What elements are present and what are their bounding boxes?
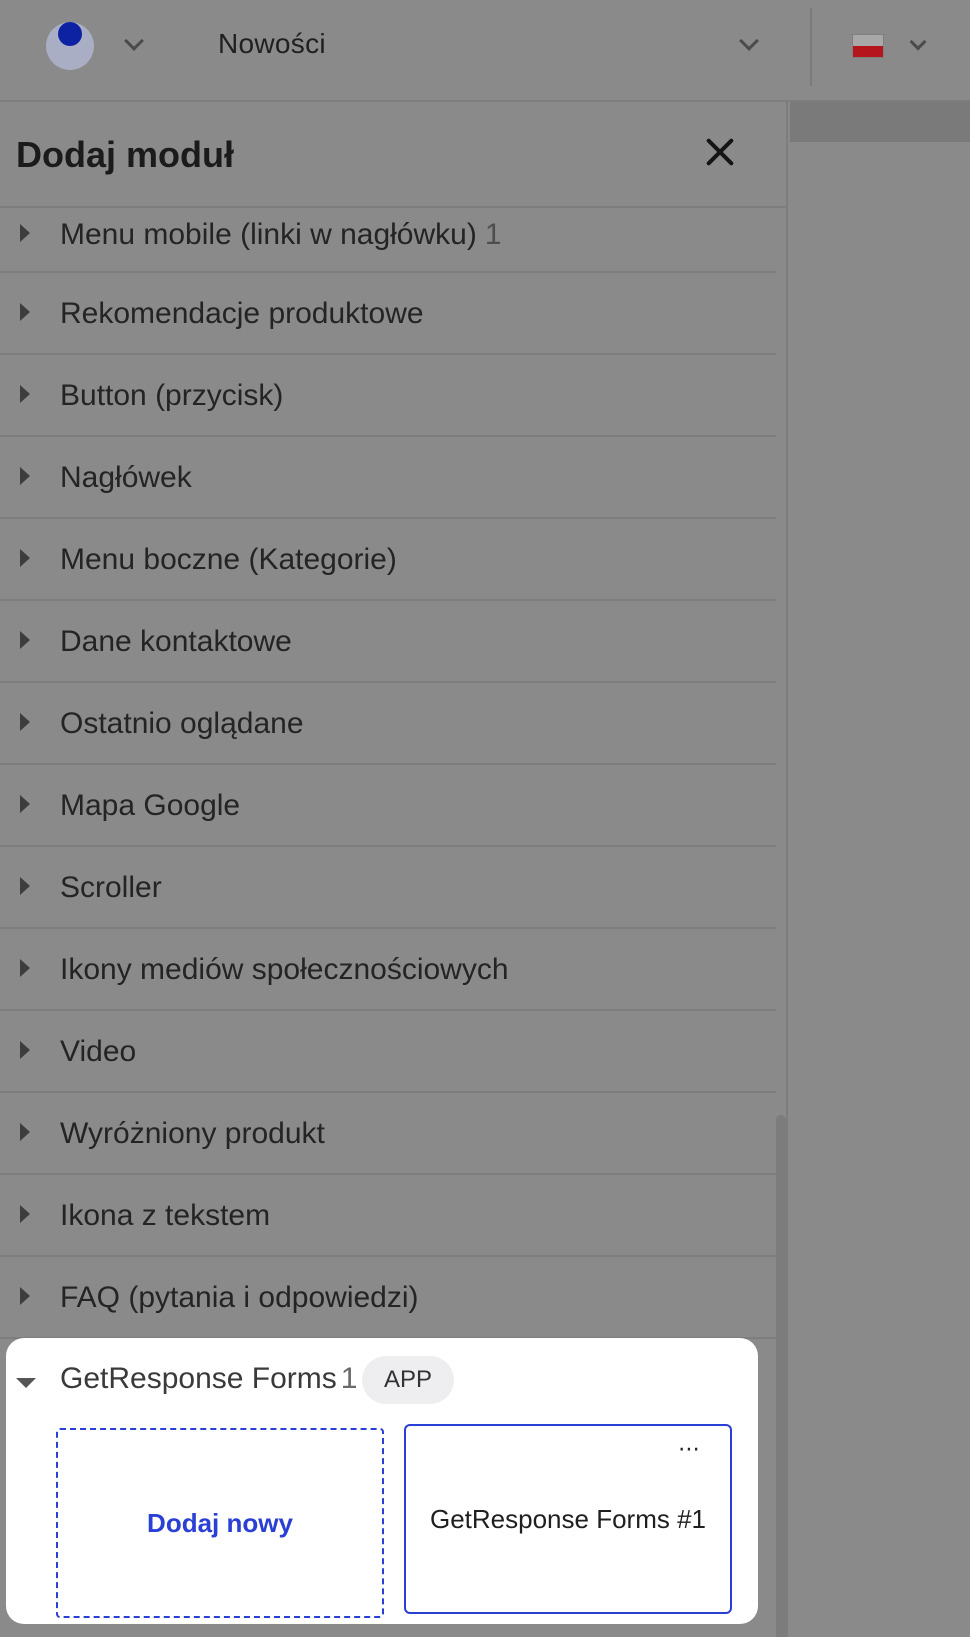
caret-down-icon[interactable] — [16, 1378, 36, 1388]
caret-right-icon — [20, 713, 30, 731]
module-label: Menu boczne (Kategorie) — [60, 543, 397, 576]
shop-logo[interactable] — [46, 22, 94, 70]
module-row[interactable]: Video — [0, 1011, 776, 1093]
module-row[interactable]: Menu boczne (Kategorie) — [0, 519, 776, 601]
caret-right-icon — [20, 631, 30, 649]
module-row[interactable]: Ikona z tekstem — [0, 1175, 776, 1257]
module-label: FAQ (pytania i odpowiedzi) — [60, 1281, 419, 1314]
chevron-down-icon[interactable] — [124, 31, 144, 51]
module-row[interactable]: FAQ (pytania i odpowiedzi) — [0, 1257, 776, 1339]
module-count: 1 — [340, 1362, 358, 1395]
caret-right-icon — [20, 959, 30, 977]
module-label: GetResponse Forms — [60, 1362, 337, 1395]
module-instance-label: GetResponse Forms #1 — [429, 1504, 706, 1534]
caret-right-icon — [20, 1041, 30, 1059]
preview-strip — [790, 102, 970, 142]
add-new-label: Dodaj nowy — [147, 1508, 293, 1538]
logo-dot-icon — [58, 22, 82, 46]
module-label: Ikony mediów społecznościowych — [60, 953, 509, 986]
module-row[interactable]: Menu mobile (linki w nagłówku) 1 — [0, 208, 776, 273]
module-label: Wyróżniony produkt — [60, 1117, 325, 1150]
chevron-down-icon[interactable] — [909, 33, 927, 51]
caret-right-icon — [20, 224, 30, 242]
caret-right-icon — [20, 549, 30, 567]
module-instance-card[interactable]: ⋯ GetResponse Forms #1 — [404, 1424, 732, 1614]
module-row[interactable]: Ostatnio oglądane — [0, 683, 776, 765]
page-preview — [790, 102, 970, 1637]
module-label: Ikona z tekstem — [60, 1199, 271, 1232]
module-list: Menu mobile (linki w nagłówku) 1 Rekomend… — [0, 208, 776, 1339]
close-icon[interactable] — [700, 132, 740, 172]
module-label: Scroller — [60, 871, 162, 904]
module-label: Nagłówek — [60, 461, 192, 494]
caret-right-icon — [20, 467, 30, 485]
module-count: 1 — [484, 218, 502, 251]
module-row[interactable]: Rekomendacje produktowe — [0, 273, 776, 355]
caret-right-icon — [20, 877, 30, 895]
top-bar: Nowości — [0, 0, 970, 102]
module-row[interactable]: Nagłówek — [0, 437, 776, 519]
poland-flag-icon[interactable] — [852, 34, 884, 58]
more-horizontal-icon[interactable]: ⋯ — [678, 1438, 712, 1460]
divider — [810, 8, 812, 86]
caret-right-icon — [20, 795, 30, 813]
module-label: Rekomendacje produktowe — [60, 297, 424, 330]
module-label: Button (przycisk) — [60, 379, 284, 412]
panel-title: Dodaj moduł — [16, 134, 234, 175]
caret-right-icon — [20, 1123, 30, 1141]
chevron-down-icon[interactable] — [739, 31, 759, 51]
app-badge: APP — [362, 1356, 454, 1404]
caret-right-icon — [20, 303, 30, 321]
panel-scrollbar[interactable] — [776, 1115, 786, 1637]
module-label: Dane kontaktowe — [60, 625, 292, 658]
caret-right-icon — [20, 385, 30, 403]
module-row[interactable]: Ikony mediów społecznościowych — [0, 929, 776, 1011]
module-row[interactable]: Wyróżniony produkt — [0, 1093, 776, 1175]
caret-right-icon — [20, 1205, 30, 1223]
add-new-button[interactable]: Dodaj nowy — [56, 1428, 384, 1618]
page-select[interactable]: Nowości — [218, 28, 326, 60]
module-label: Ostatnio oglądane — [60, 707, 304, 740]
module-label: Video — [60, 1035, 137, 1068]
caret-right-icon — [20, 1287, 30, 1305]
module-row[interactable]: Scroller — [0, 847, 776, 929]
panel-header: Dodaj moduł — [0, 102, 786, 208]
module-row[interactable]: Dane kontaktowe — [0, 601, 776, 683]
expanded-module-getresponse: GetResponse Forms 1 APP Dodaj nowy ⋯ GetR… — [6, 1338, 758, 1624]
module-label: Mapa Google — [60, 789, 241, 822]
module-row[interactable]: Button (przycisk) — [0, 355, 776, 437]
module-label: Menu mobile (linki w nagłówku) — [60, 218, 477, 251]
module-row[interactable]: Mapa Google — [0, 765, 776, 847]
